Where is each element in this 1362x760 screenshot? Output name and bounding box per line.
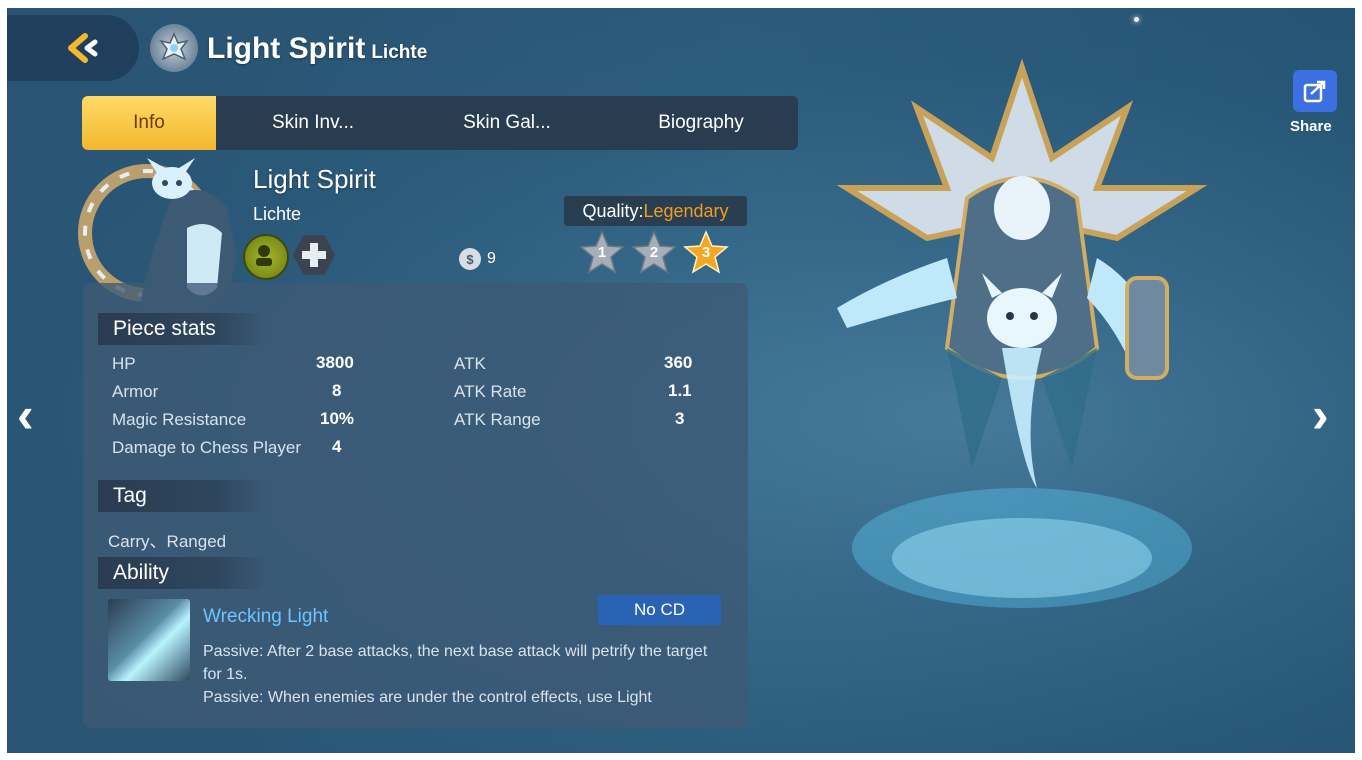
back-arrow-icon [68,33,98,63]
stat-value-atk-range: 3 [675,409,685,428]
trait-icon-class[interactable] [293,235,335,275]
piece-cost: $ 9 [459,248,496,270]
stat-label-hp: HP [112,354,136,373]
stat-label-damage-to-player: Damage to Chess Player [112,438,301,457]
star-number: 2 [649,244,659,261]
tag-list: Carry、Ranged [108,532,227,551]
ability-heading: Ability [98,557,268,589]
ability-desc-line-2: Passive: When enemies are under the cont… [203,689,652,706]
stat-value-armor: 8 [332,381,342,400]
star-selector: 1 2 3 [579,230,729,274]
info-panel: Piece stats HP 3800 Armor 8 Magic Resist… [83,283,748,728]
stat-label-atk: ATK [454,354,486,373]
sparkle [1134,17,1139,22]
stat-value-damage-to-player: 4 [332,437,342,456]
tab-biography[interactable]: Biography [604,96,798,150]
game-screen: Light Spirit Lichte Info Skin Inv... Skin… [7,8,1355,753]
cost-value: 9 [487,250,496,267]
share-label: Share [1290,118,1332,135]
star-number: 3 [701,244,711,261]
next-hero-arrow[interactable]: › [1312,386,1329,444]
previous-hero-arrow[interactable]: ‹ [17,386,34,444]
star-level-2[interactable]: 2 [631,230,677,274]
back-button[interactable] [7,15,139,81]
coin-icon: $ [459,248,481,270]
piece-name: Light Spirit [253,164,376,194]
star-number: 1 [597,244,607,261]
ability-desc-line-1: Passive: After 2 base attacks, the next … [203,643,708,683]
star-level-3[interactable]: 3 [683,230,729,274]
tab-skin-gallery[interactable]: Skin Gal... [410,96,604,150]
stat-value-atk: 360 [664,353,693,372]
stat-label-atk-range: ATK Range [454,410,541,429]
quality-value: Legendary [643,200,729,221]
title-main: Light Spirit [207,32,366,65]
title-sub: Lichte [371,42,428,63]
stat-label-magic-resistance: Magic Resistance [112,410,247,429]
ability-name: Wrecking Light [203,606,329,627]
trait-icon-race[interactable] [243,234,289,280]
stat-value-magic-resistance: 10% [320,409,355,428]
page-title: Light Spirit Lichte [207,32,427,66]
tag-heading: Tag [98,480,268,512]
quality-label: Quality: [582,200,644,221]
cooldown-badge: No CD [598,595,721,625]
ability-description: Passive: After 2 base attacks, the next … [203,640,723,709]
star-level-1[interactable]: 1 [579,230,625,274]
share-button[interactable] [1293,70,1337,112]
piece-subname: Lichte [253,204,302,224]
share-icon [1303,80,1326,103]
stat-value-atk-rate: 1.1 [668,381,692,400]
stat-label-armor: Armor [112,382,159,401]
stat-label-atk-rate: ATK Rate [454,382,527,401]
quality-badge: Quality: Legendary [564,196,747,226]
piece-stats-heading: Piece stats [98,313,268,345]
hero-model-art [836,58,1208,608]
hero-emblem-icon [150,24,198,72]
stat-value-hp: 3800 [316,353,354,372]
ability-icon[interactable] [108,599,190,681]
